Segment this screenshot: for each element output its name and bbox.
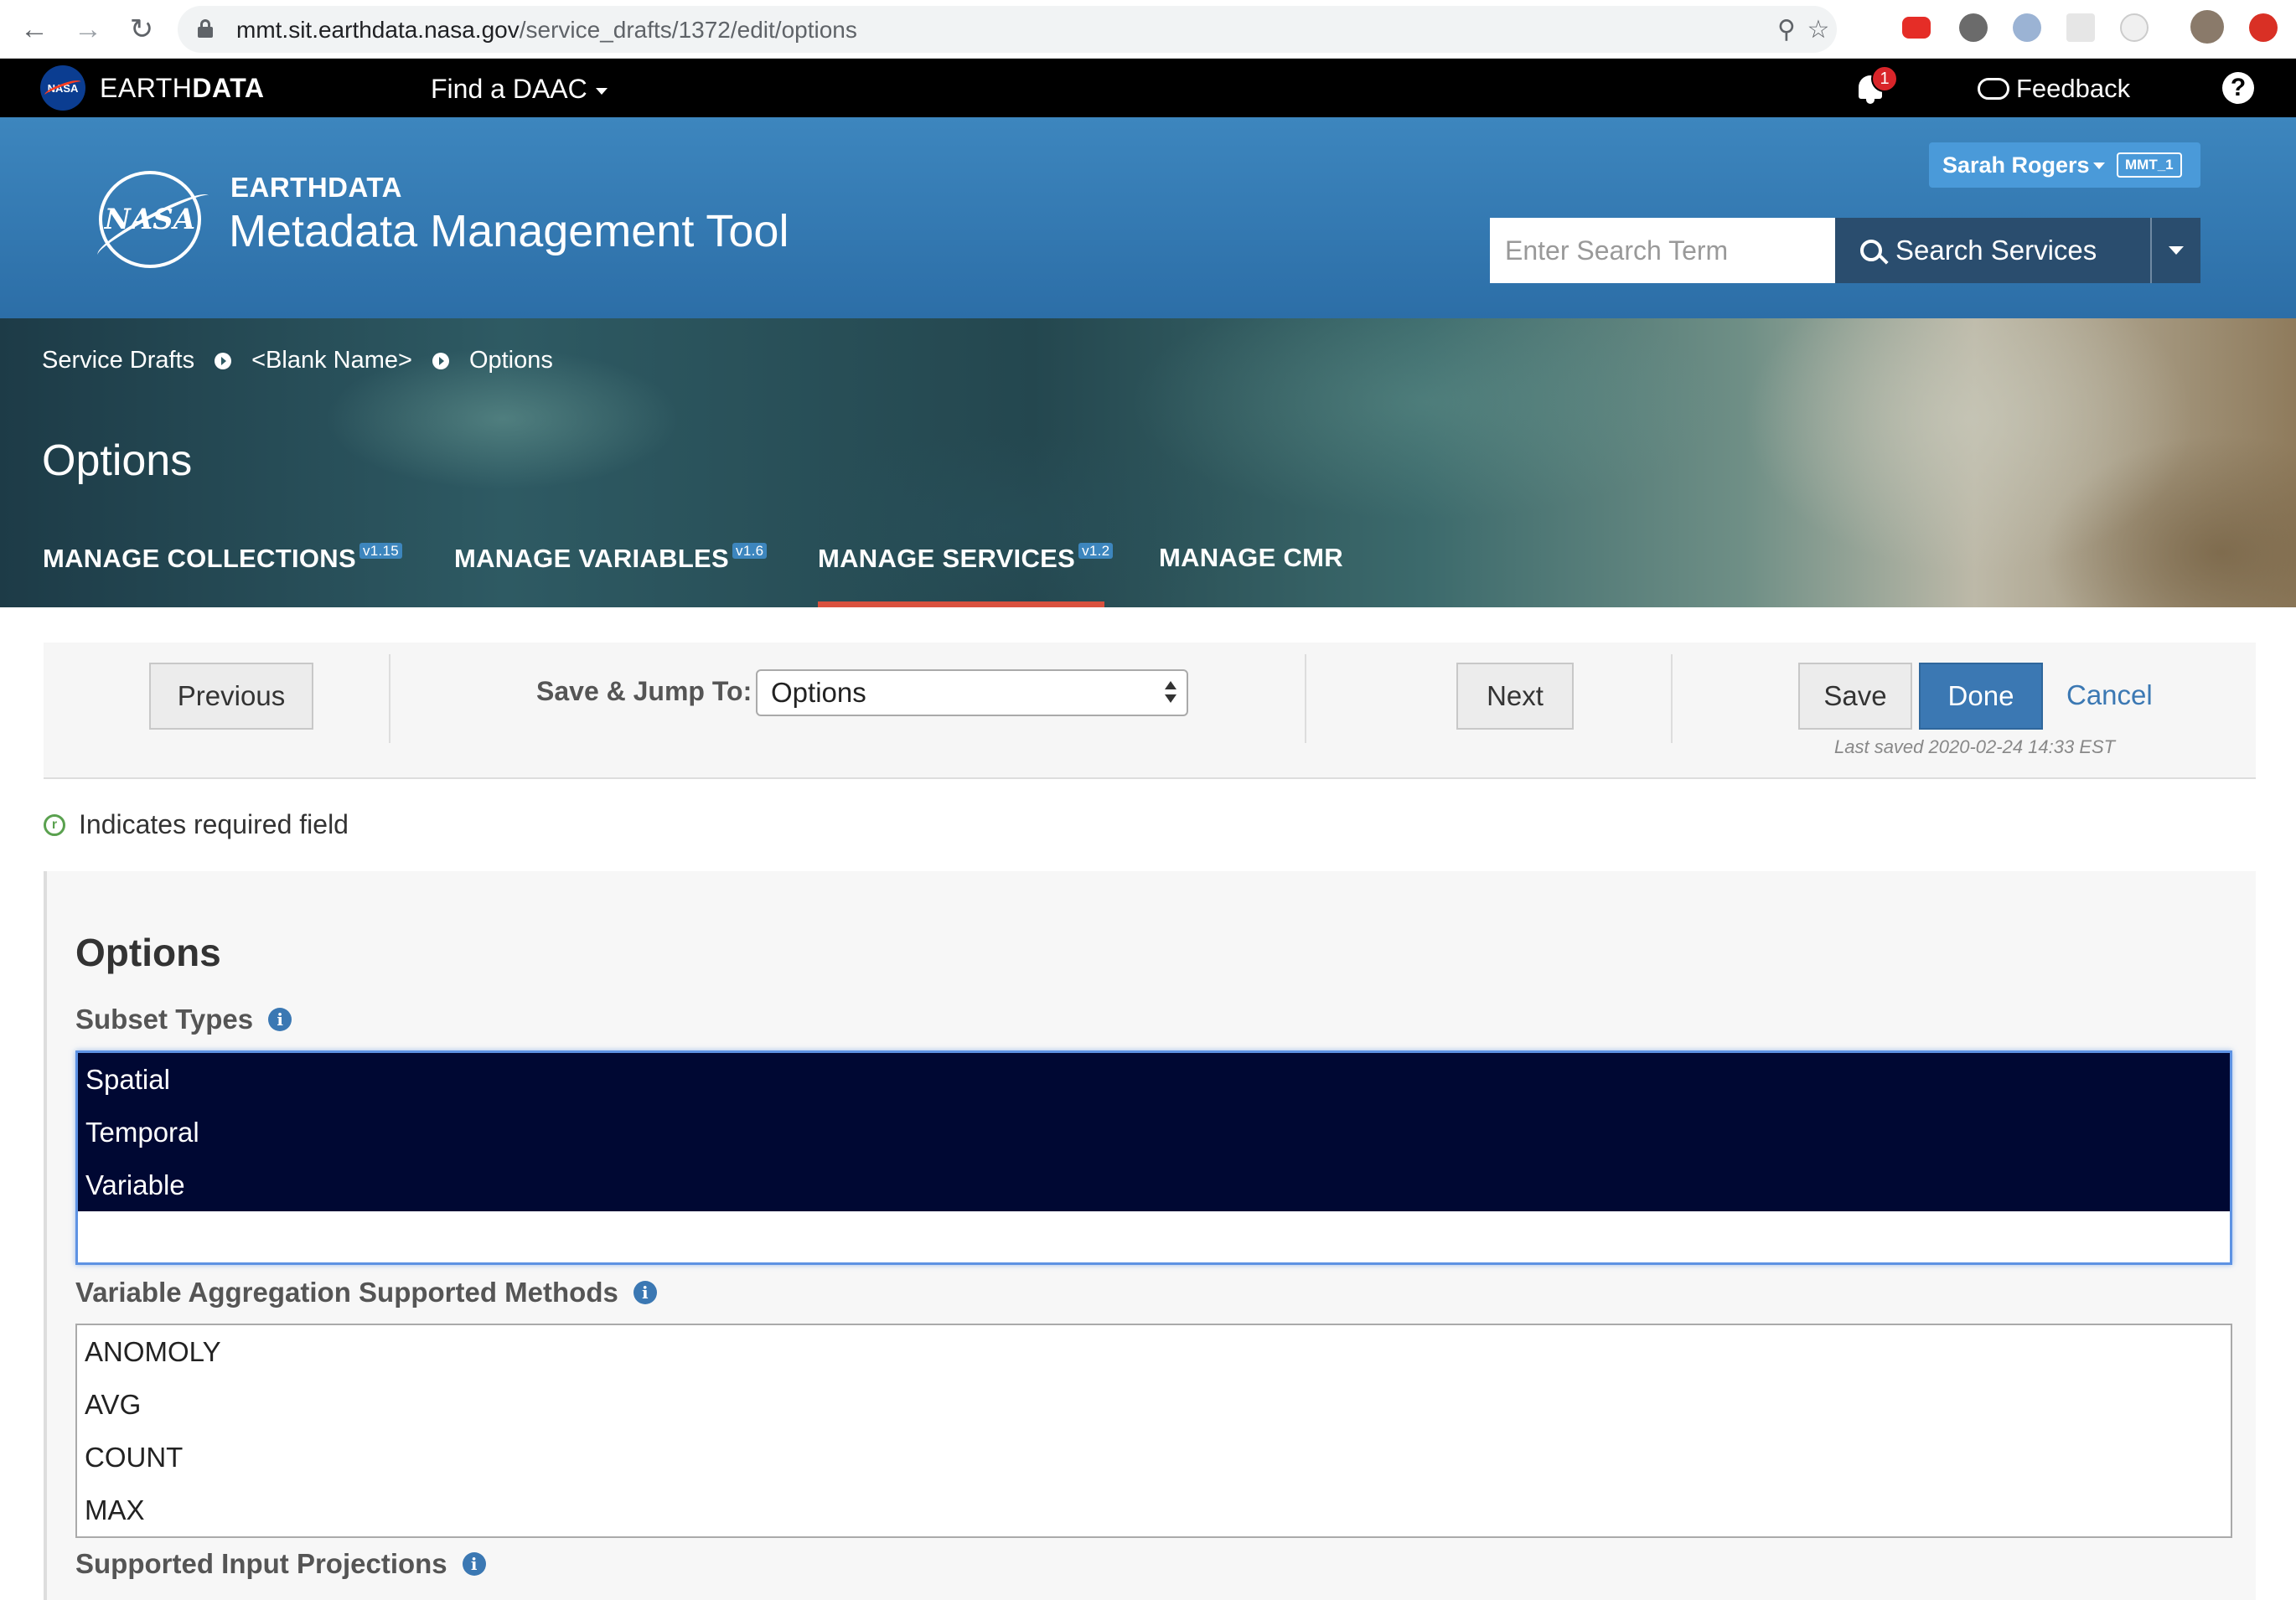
last-saved-timestamp: Last saved 2020-02-24 14:33 EST <box>1834 736 2116 757</box>
options-form-panel: Options Subset Types i Spatial Temporal V… <box>44 871 2256 1600</box>
subset-types-multiselect[interactable]: Spatial Temporal Variable <box>75 1050 2232 1265</box>
required-icon: r <box>44 813 65 836</box>
youtube-extension-icon[interactable] <box>1902 17 1931 39</box>
tab-manage-cmr[interactable]: MANAGE CMR <box>1159 543 1343 573</box>
nasa-meatball-icon[interactable]: NASA <box>40 65 85 111</box>
option-spatial[interactable]: Spatial <box>78 1053 2230 1106</box>
back-arrow-icon[interactable]: ← <box>15 10 54 49</box>
breadcrumb-current: Options <box>468 347 553 374</box>
notification-count-badge: 1 <box>1871 65 1898 92</box>
lock-icon <box>198 19 213 38</box>
reload-icon[interactable]: ↻ <box>122 10 161 49</box>
extension-icon[interactable] <box>2120 13 2149 42</box>
forward-arrow-icon[interactable]: → <box>69 10 107 49</box>
hero-banner: Service Drafts <Blank Name> Options Opti… <box>0 318 2296 607</box>
option-max[interactable]: MAX <box>77 1484 2231 1536</box>
earthdata-label: EARTHDATA <box>230 172 402 203</box>
divider <box>1671 654 1673 743</box>
search-services-button[interactable]: Search Services <box>1835 218 2150 283</box>
chevron-right-icon <box>432 352 449 369</box>
divider <box>1305 654 1306 743</box>
url-text: mmt.sit.earthdata.nasa.gov/service_draft… <box>236 17 857 43</box>
tab-manage-collections[interactable]: MANAGE COLLECTIONS v1.15 <box>43 543 403 574</box>
option-anomoly[interactable]: ANOMOLY <box>77 1325 2231 1378</box>
update-icon[interactable] <box>2249 13 2278 42</box>
divider <box>389 654 390 743</box>
version-badge: v1.15 <box>359 543 403 559</box>
caret-down-icon <box>2093 163 2105 169</box>
caret-down-icon <box>595 87 608 95</box>
required-field-note: r Indicates required field <box>44 809 349 840</box>
cancel-link[interactable]: Cancel <box>2066 679 2153 711</box>
done-button[interactable]: Done <box>1919 663 2043 730</box>
find-daac-menu[interactable]: Find a DAAC <box>431 74 608 105</box>
option-temporal[interactable]: Temporal <box>78 1106 2230 1159</box>
extension-icon[interactable] <box>1959 13 1988 42</box>
info-icon[interactable]: i <box>268 1008 292 1031</box>
browser-toolbar: ← → ↻ mmt.sit.earthdata.nasa.gov/service… <box>0 0 2296 59</box>
subset-types-label: Subset Types i <box>75 1004 292 1035</box>
bookmark-star-icon[interactable]: ☆ <box>1803 14 1833 44</box>
nasa-logo-icon[interactable]: NASA <box>99 171 201 268</box>
info-icon[interactable]: i <box>633 1281 657 1304</box>
save-button[interactable]: Save <box>1798 663 1912 730</box>
extension-icon[interactable] <box>2066 13 2095 42</box>
section-title: Options <box>75 931 221 974</box>
profile-avatar[interactable] <box>2190 10 2224 44</box>
version-badge: v1.6 <box>732 543 768 559</box>
provider-badge: MMT_1 <box>2117 152 2182 178</box>
caret-down-icon <box>2169 246 2184 255</box>
extension-icon[interactable] <box>2013 13 2041 42</box>
user-menu-button[interactable]: Sarah Rogers MMT_1 <box>1929 142 2200 188</box>
help-icon[interactable]: ? <box>2222 72 2254 104</box>
page-title: Options <box>42 436 193 485</box>
info-icon[interactable]: i <box>462 1552 486 1576</box>
tab-manage-services[interactable]: MANAGE SERVICES v1.2 <box>818 543 1114 574</box>
form-navigation: Previous Save & Jump To: Options Next Sa… <box>44 643 2256 779</box>
next-button[interactable]: Next <box>1456 663 1574 730</box>
version-badge: v1.2 <box>1078 543 1114 559</box>
tab-manage-variables[interactable]: MANAGE VARIABLES v1.6 <box>454 543 768 574</box>
search-type-dropdown[interactable] <box>2150 218 2200 283</box>
aggregation-methods-multiselect[interactable]: ANOMOLY AVG COUNT MAX <box>75 1324 2232 1538</box>
jump-to-select[interactable]: Options <box>756 669 1188 716</box>
earthdata-brand[interactable]: EARTHDATA <box>100 73 265 104</box>
mmt-header: NASA EARTHDATA Metadata Management Tool … <box>0 117 2296 318</box>
jump-to-label: Save & Jump To: <box>536 676 752 706</box>
active-tab-indicator <box>818 601 1104 607</box>
chat-bubble-icon <box>1978 78 2009 100</box>
user-name: Sarah Rogers <box>1942 152 2090 178</box>
search-input[interactable] <box>1490 218 1835 283</box>
aggregation-methods-label: Variable Aggregation Supported Methods i <box>75 1277 657 1308</box>
previous-button[interactable]: Previous <box>149 663 313 730</box>
breadcrumb: Service Drafts <Blank Name> Options <box>42 347 553 374</box>
zoom-icon[interactable]: ⚲ <box>1771 14 1802 44</box>
select-arrows-icon <box>1165 678 1176 708</box>
feedback-link[interactable]: Feedback <box>1978 74 2130 104</box>
search-icon <box>1860 240 1882 261</box>
option-avg[interactable]: AVG <box>77 1378 2231 1431</box>
breadcrumb-service-drafts[interactable]: Service Drafts <box>42 347 194 374</box>
earthdata-topbar: NASA EARTHDATA Find a DAAC 1 Feedback ? <box>0 59 2296 117</box>
breadcrumb-draft-name[interactable]: <Blank Name> <box>251 347 412 374</box>
app-title[interactable]: Metadata Management Tool <box>229 205 789 257</box>
input-projections-label: Supported Input Projections i <box>75 1548 486 1580</box>
chevron-right-icon <box>215 352 232 369</box>
required-note-text: Indicates required field <box>79 809 349 839</box>
address-bar[interactable]: mmt.sit.earthdata.nasa.gov/service_draft… <box>178 6 1837 53</box>
option-variable[interactable]: Variable <box>78 1159 2230 1211</box>
option-count[interactable]: COUNT <box>77 1431 2231 1484</box>
